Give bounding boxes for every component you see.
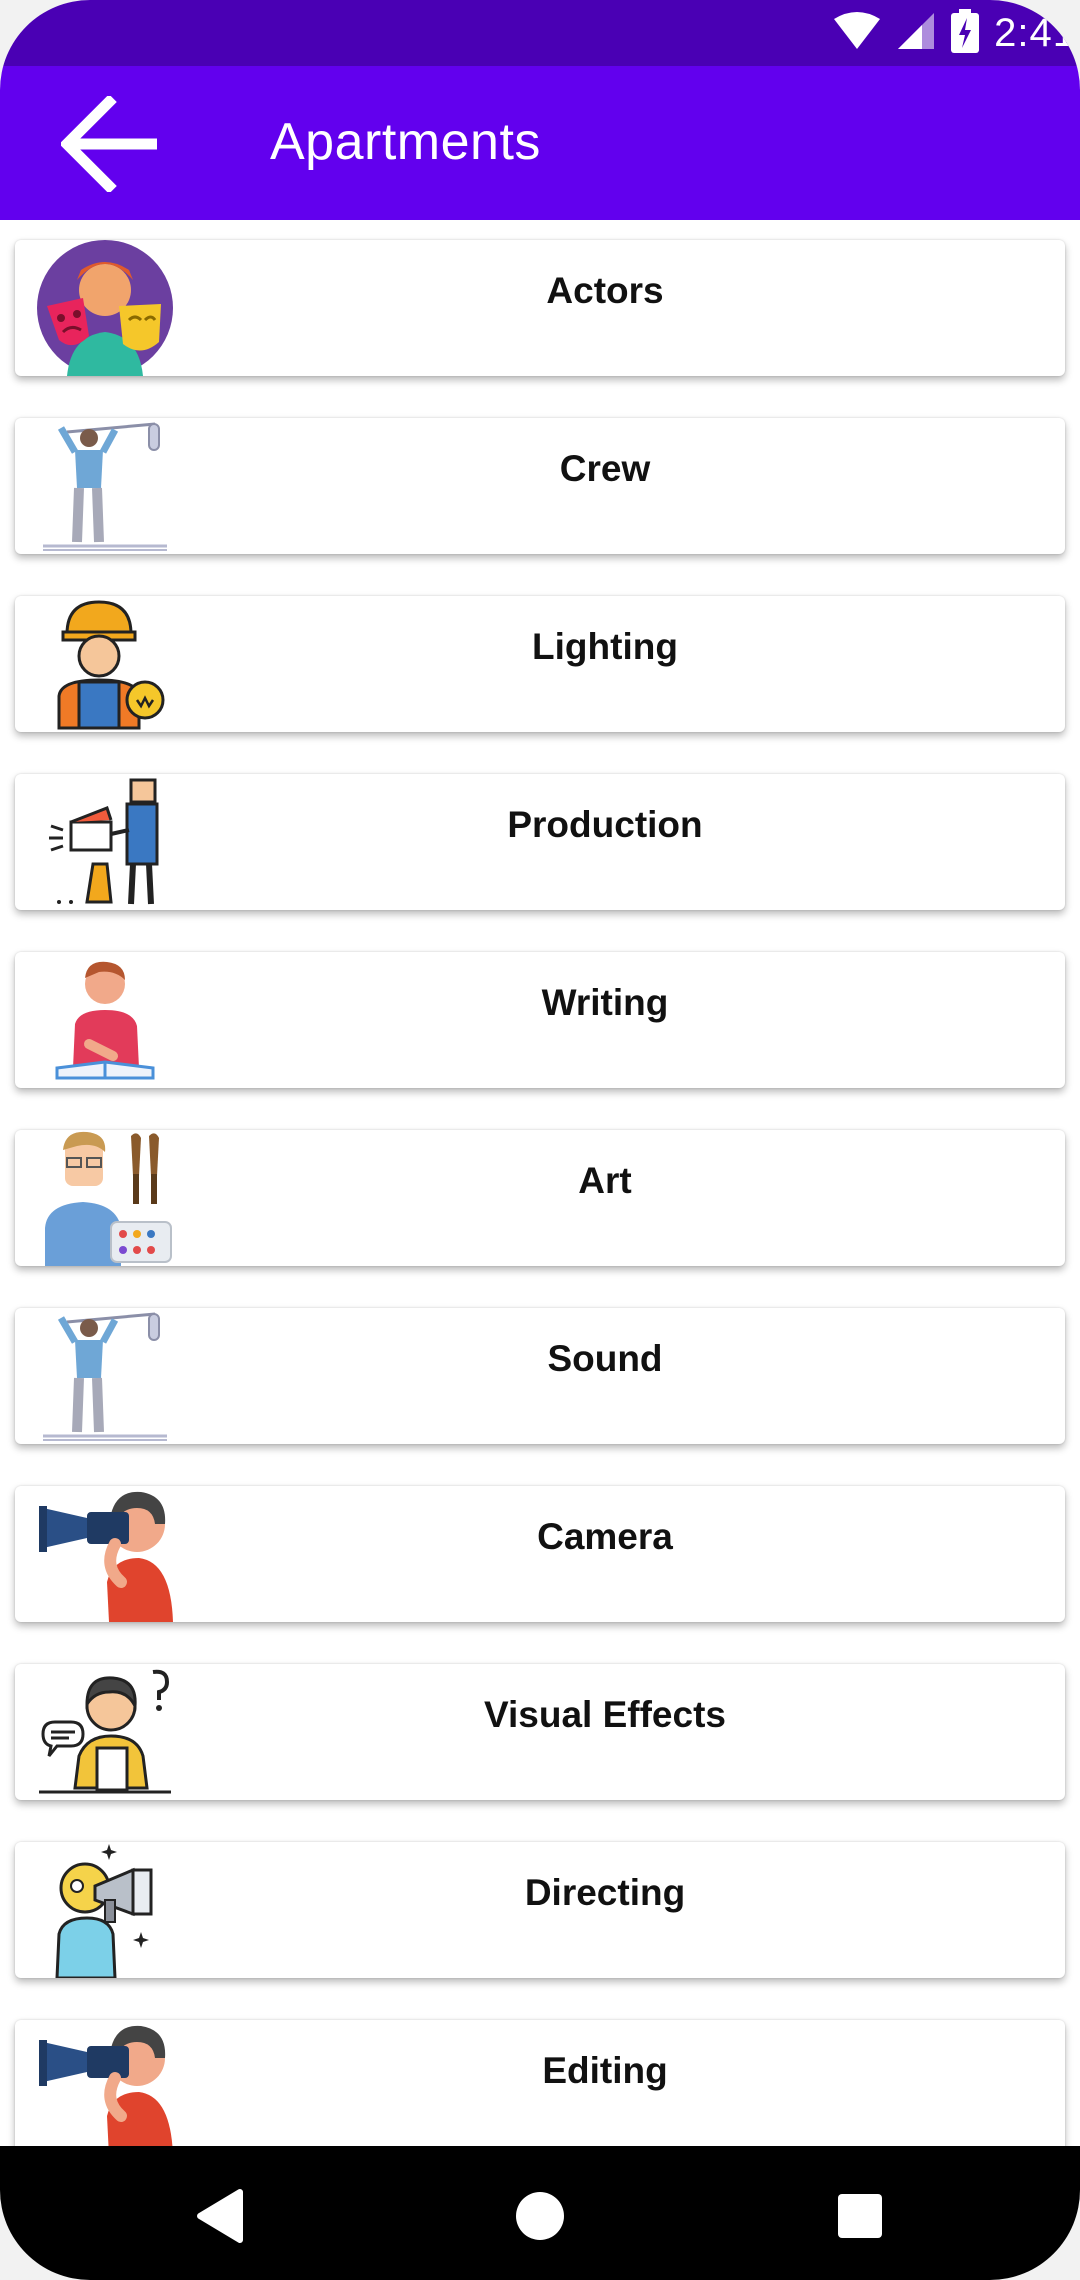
- nav-back-button[interactable]: [180, 2176, 260, 2256]
- status-icons: 2:41: [832, 6, 1080, 60]
- list-item-writing[interactable]: Writing: [15, 952, 1065, 1088]
- list-item-crew[interactable]: Crew: [15, 418, 1065, 554]
- department-list[interactable]: Actors Crew Lighting Production Writing …: [0, 220, 1080, 2146]
- status-bar: 2:41: [0, 0, 1080, 66]
- list-item-label: Camera: [537, 1516, 673, 1557]
- list-item-actors[interactable]: Actors: [15, 240, 1065, 376]
- list-item-label: Writing: [541, 982, 669, 1023]
- list-item-art[interactable]: Art: [15, 1130, 1065, 1266]
- list-item-label: Sound: [547, 1338, 663, 1379]
- list-item-label: Editing: [542, 2050, 668, 2091]
- list-item-editing[interactable]: Editing: [15, 2020, 1065, 2146]
- nav-home-button[interactable]: [500, 2176, 580, 2256]
- list-item-directing[interactable]: Directing: [15, 1842, 1065, 1978]
- nav-recents-button[interactable]: [820, 2176, 900, 2256]
- list-item-lighting[interactable]: Lighting: [15, 596, 1065, 732]
- list-item-label: Actors: [546, 270, 664, 311]
- list-item-label: Production: [507, 804, 703, 845]
- screen: 2:41 Apartments Actors Crew Lighting Pro…: [0, 0, 1080, 2280]
- list-item-label: Visual Effects: [484, 1694, 726, 1735]
- triangle-back-icon: [197, 2189, 243, 2243]
- arrow-left-icon: [61, 96, 157, 192]
- square-recents-icon: [838, 2194, 882, 2238]
- back-button[interactable]: [56, 94, 166, 194]
- list-item-camera[interactable]: Camera: [15, 1486, 1065, 1622]
- list-item-production[interactable]: Production: [15, 774, 1065, 910]
- list-item-label: Crew: [559, 448, 651, 489]
- navigation-bar: [0, 2146, 1080, 2280]
- battery-icon: [950, 8, 980, 58]
- list-item-sound[interactable]: Sound: [15, 1308, 1065, 1444]
- list-item-visual-effects[interactable]: Visual Effects: [15, 1664, 1065, 1800]
- list-item-label: Directing: [524, 1872, 686, 1913]
- status-time: 2:41: [994, 10, 1076, 55]
- app-bar: Apartments: [0, 66, 1080, 220]
- signal-icon: [896, 11, 936, 56]
- list-item-label: Art: [578, 1160, 632, 1201]
- wifi-icon: [832, 11, 882, 56]
- circle-home-icon: [516, 2192, 564, 2240]
- page-title: Apartments: [270, 113, 541, 171]
- list-item-label: Lighting: [532, 626, 678, 667]
